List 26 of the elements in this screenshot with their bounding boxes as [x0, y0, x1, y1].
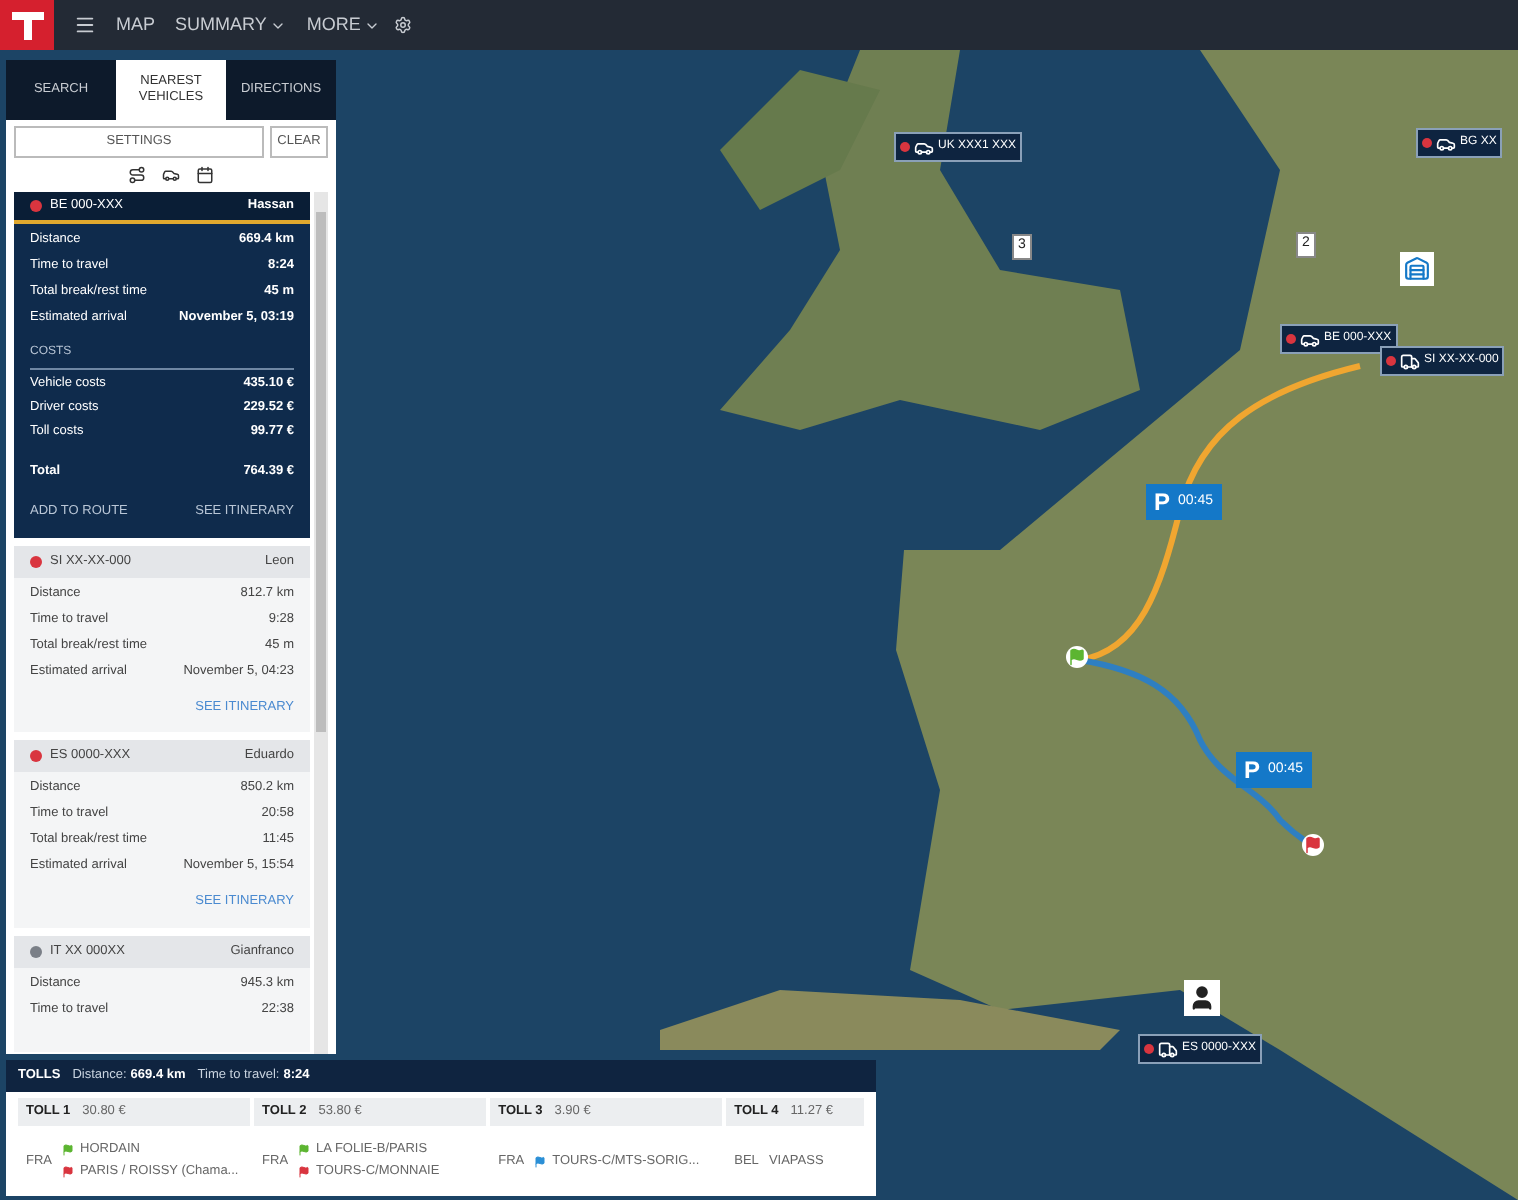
- person-icon: [1188, 984, 1216, 1012]
- nav-menu-item[interactable]: MORE: [306, 11, 381, 39]
- menu-icon[interactable]: [74, 14, 96, 36]
- app-logo[interactable]: [0, 0, 54, 50]
- logo-icon: [11, 11, 43, 39]
- car-icon[interactable]: [162, 166, 180, 184]
- depot-marker[interactable]: [1400, 252, 1434, 286]
- car-icon: [914, 137, 934, 157]
- car-icon: [1300, 329, 1320, 349]
- flag-icon: [1068, 648, 1086, 666]
- parking-symbol: P: [1244, 758, 1261, 782]
- settings-icon[interactable]: [394, 16, 413, 34]
- road-icon[interactable]: [128, 166, 146, 184]
- scrollbar-thumb[interactable]: [316, 212, 326, 732]
- nav-menu-item[interactable]: MAP: [116, 11, 156, 39]
- calendar-icon[interactable]: [196, 166, 214, 184]
- vehicle-card[interactable]: [14, 192, 310, 537]
- parking-symbol: P: [1154, 490, 1171, 514]
- nav-menu-item[interactable]: SUMMARY: [175, 11, 287, 39]
- scrollbar[interactable]: [314, 192, 328, 1054]
- truck-icon: [1400, 351, 1420, 371]
- truck-icon: [1158, 1039, 1178, 1059]
- car-icon: [1436, 133, 1456, 153]
- person-marker[interactable]: [1184, 980, 1220, 1016]
- warehouse-icon: [1404, 256, 1430, 282]
- flag-icon: [1304, 836, 1322, 854]
